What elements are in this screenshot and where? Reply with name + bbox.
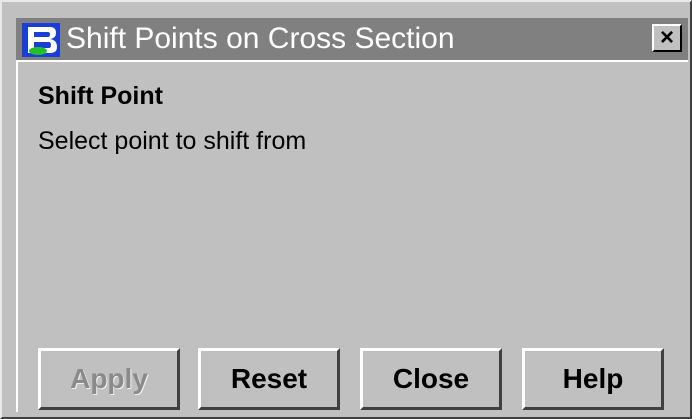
apply-button[interactable]: Apply [38, 348, 180, 410]
close-icon: × [659, 24, 674, 51]
prompt-message: Select point to shift from [38, 127, 307, 155]
title-bar[interactable]: Shift Points on Cross Section × [16, 18, 688, 60]
dialog-window: Shift Points on Cross Section × Shift Po… [0, 0, 692, 419]
window-title: Shift Points on Cross Section [66, 22, 455, 55]
close-button[interactable]: Close [360, 348, 502, 410]
section-heading: Shift Point [38, 82, 163, 110]
help-button[interactable]: Help [522, 348, 664, 410]
bentley-b-logo-icon [22, 23, 60, 57]
reset-button[interactable]: Reset [198, 348, 340, 410]
window-close-button[interactable]: × [652, 24, 682, 52]
